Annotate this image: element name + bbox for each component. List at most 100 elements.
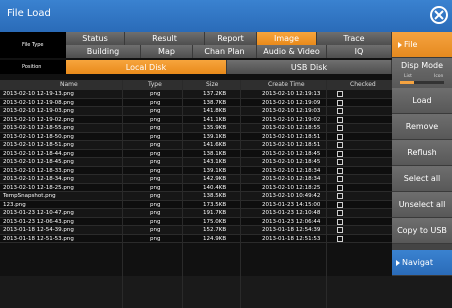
tab-building[interactable]: Building [66,45,141,58]
tab-status[interactable]: Status [66,32,125,45]
position-local-disk[interactable]: Local Disk [66,60,227,74]
close-icon [434,10,444,20]
row-checkbox[interactable] [337,142,343,148]
tab-iq[interactable]: IQ [327,45,392,58]
cell-size: 152.7KB [203,227,227,233]
table-row[interactable]: 123.png png 173.5KB 2013-01-23 14:15:00 [0,200,392,209]
row-checkbox[interactable] [337,184,343,191]
table-row[interactable]: 2013-01-18 12-54-39.png png 152.7KB 2013… [0,226,392,235]
cell-size: 138.5KB [203,193,227,199]
column-divider [182,80,183,308]
navigate-button[interactable]: Navigat [392,250,452,276]
row-checkbox[interactable] [337,210,343,216]
row-checkbox[interactable] [337,125,343,131]
cell-name: 2013-02-10 12-18-34.png [3,176,74,182]
row-checkbox[interactable] [337,91,343,97]
row-checkbox[interactable] [337,108,343,114]
row-checkbox[interactable] [337,99,343,106]
cell-time: 2013-01-18 12:54:39 [262,227,321,233]
table-row[interactable]: 2013-02-10 12-18-44.png png 138.1KB 2013… [0,149,392,158]
column-type[interactable]: Type [148,81,162,88]
cell-name: 2013-01-23 12-06-43.png [3,218,74,225]
disp-mode-slider-fill [400,81,414,84]
table-row[interactable]: 2013-02-10 12-19-02.png png 141.1KB 2013… [0,115,392,124]
cell-type: png [150,99,161,106]
cell-time: 2013-02-10 12:19:13 [262,91,321,97]
cell-time: 2013-01-23 12:10:48 [262,210,321,216]
row-checkbox[interactable] [337,227,343,233]
row-checkbox[interactable] [337,159,343,165]
table-row[interactable]: 2013-02-10 12-19-03.png png 141.8KB 2013… [0,107,392,116]
tab-report[interactable]: Report [205,32,257,45]
cell-time: 2013-02-10 12:18:34 [262,176,321,182]
row-checkbox[interactable] [337,150,343,157]
cell-time: 2013-02-10 12:18:25 [262,184,321,191]
reflush-button[interactable]: Reflush [392,140,452,166]
table-row[interactable]: 2013-02-10 12-18-51.png png 141.6KB 2013… [0,141,392,150]
disp-mode-control[interactable]: Disp Mode List Icon [392,58,452,89]
load-button[interactable]: Load [392,88,452,114]
column-size[interactable]: Size [206,81,218,88]
copy-to-usb-button[interactable]: Copy to USB [392,218,452,244]
row-checkbox[interactable] [337,167,343,174]
remove-button[interactable]: Remove [392,114,452,140]
table-row[interactable]: TempSnapshot.png png 138.5KB 2013-02-10 … [0,192,392,201]
cell-size: 139.1KB [203,133,227,140]
table-row[interactable]: 2013-02-10 12-18-33.png png 139.1KB 2013… [0,166,392,175]
disp-mode-slider[interactable] [400,81,444,84]
column-create-time[interactable]: Create Time [268,81,305,88]
cell-type: png [150,218,161,225]
column-checked[interactable]: Checked [350,81,376,88]
file-type-label: File Type [0,32,66,58]
table-row[interactable]: 2013-02-10 12-18-25.png png 140.4KB 2013… [0,183,392,192]
row-checkbox[interactable] [337,235,343,242]
disp-mode-list[interactable]: List [404,74,412,79]
tab-result[interactable]: Result [125,32,205,45]
cell-type: png [150,108,161,114]
select-all-button[interactable]: Select all [392,166,452,192]
unselect-all-button[interactable]: Unselect all [392,192,452,218]
position-usb-disk[interactable]: USB Disk [227,60,392,74]
cell-type: png [150,116,161,123]
table-row[interactable]: 2013-01-23 12-10-47.png png 191.7KB 2013… [0,209,392,218]
table-row[interactable]: 2013-01-18 12-51-53.png png 124.9KB 2013… [0,234,392,243]
table-row[interactable]: 2013-02-10 12-18-55.png png 135.9KB 2013… [0,124,392,133]
cell-type: png [150,159,161,165]
disp-mode-label: Disp Mode [401,61,443,70]
tab-audio-video[interactable]: Audio & Video [257,45,327,58]
tab-map[interactable]: Map [141,45,193,58]
cell-size: 173.5KB [203,201,227,208]
cell-time: 2013-02-10 12:19:03 [262,108,321,114]
file-menu-button[interactable]: File [392,32,452,58]
tab-image[interactable]: Image [257,32,317,45]
cell-time: 2013-02-10 12:18:51 [262,142,321,148]
cell-name: 2013-01-23 12-10-47.png [3,210,74,216]
cell-type: png [150,201,161,208]
cell-type: png [150,125,161,131]
table-row[interactable]: 2013-01-23 12-06-43.png png 175.0KB 2013… [0,217,392,226]
row-checkbox[interactable] [337,201,343,208]
position-label: Position [0,60,66,74]
disp-mode-icon[interactable]: Icon [434,74,443,79]
cell-type: png [150,142,161,148]
table-row[interactable]: 2013-02-10 12-19-08.png png 138.7KB 2013… [0,98,392,107]
cell-size: 142.9KB [203,176,227,182]
table-row[interactable]: 2013-02-10 12-18-45.png png 143.1KB 2013… [0,158,392,167]
table-row[interactable]: 2013-02-10 12-18-50.png png 139.1KB 2013… [0,132,392,141]
cell-name: 2013-01-18 12-54-39.png [3,227,74,233]
row-checkbox[interactable] [337,218,343,225]
column-name[interactable]: Name [60,81,78,88]
triangle-right-icon [396,259,400,266]
close-button[interactable] [430,6,448,24]
cell-time: 2013-01-23 12:06:44 [262,218,321,225]
row-checkbox[interactable] [337,176,343,182]
tab-chan-plan[interactable]: Chan Plan [193,45,257,58]
cell-type: png [150,133,161,140]
row-checkbox[interactable] [337,133,343,140]
tab-trace[interactable]: Trace [317,32,392,45]
cell-type: png [150,91,161,97]
row-checkbox[interactable] [337,193,343,199]
table-row[interactable]: 2013-02-10 12-19-13.png png 137.2KB 2013… [0,90,392,99]
row-checkbox[interactable] [337,116,343,123]
table-row[interactable]: 2013-02-10 12-18-34.png png 142.9KB 2013… [0,175,392,184]
